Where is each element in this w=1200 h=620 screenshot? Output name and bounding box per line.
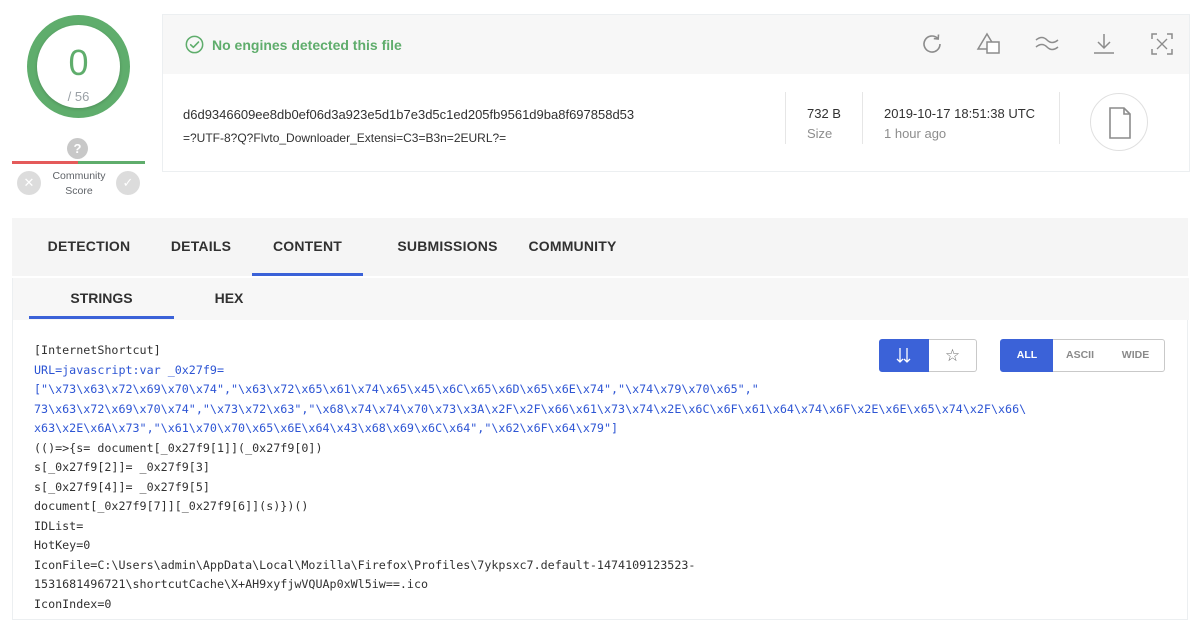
content-subtabs: STRINGS HEX xyxy=(13,278,1189,320)
string-line: 73\x63\x72\x69\x70\x74","\x73\x72\x63","… xyxy=(34,401,1027,416)
file-name: =?UTF-8?Q?Flvto_Downloader_Extensi=C3=B3… xyxy=(183,131,507,145)
score-inner: 0 / 56 xyxy=(37,25,120,108)
tab-submissions[interactable]: SUBMISSIONS xyxy=(372,218,523,276)
community-help-icon[interactable]: ? xyxy=(67,138,88,159)
string-line: (()=>{s= document[_0x27f9[1]](_0x27f9[0]… xyxy=(34,440,323,455)
tab-details[interactable]: DETAILS xyxy=(155,218,247,276)
tab-detection[interactable]: DETECTION xyxy=(34,218,144,276)
strings-list: [InternetShortcut] URL=javascript:var _0x… xyxy=(34,341,1026,614)
file-size-value: 732 B xyxy=(807,106,841,121)
string-line: IconIndex=0 xyxy=(34,596,112,611)
engine-total: / 56 xyxy=(67,89,90,104)
file-type-badge xyxy=(1090,93,1148,151)
string-line: document[_0x27f9[7]][_0x27f9[6]](s)})() xyxy=(34,499,309,513)
divider xyxy=(862,92,863,144)
detection-count: 0 xyxy=(68,42,89,83)
string-line: HotKey=0 xyxy=(34,538,91,552)
string-line: ["\x73\x63\x72\x69\x70\x74","\x63\x72\x6… xyxy=(34,382,759,396)
community-bar-harmless xyxy=(78,161,145,164)
content-panel: STRINGS HEX ☆ ALL ASCII WIDE [InternetSh… xyxy=(12,278,1189,620)
expand-icon[interactable] xyxy=(1149,31,1175,57)
analysis-date: 2019-10-17 18:51:38 UTC xyxy=(884,106,1036,121)
tab-content[interactable]: CONTENT xyxy=(252,218,363,276)
string-line: s[_0x27f9[2]]= _0x27f9[3] xyxy=(34,460,210,474)
string-line: URL=javascript:var _0x27f9= xyxy=(34,362,224,377)
string-line: x63\x2E\x6A\x73","\x61\x70\x70\x65\x6E\x… xyxy=(34,421,619,435)
string-line: IDList= xyxy=(34,518,84,533)
analysis-relative-time: 1 hour ago xyxy=(884,126,947,141)
file-hash[interactable]: d6d9346609ee8db0ef06d3a923e5d1b7e3d5c1ed… xyxy=(183,107,634,122)
file-icon xyxy=(1109,107,1131,139)
string-line: IconFile=C:\Users\admin\AppData\Local\Mo… xyxy=(34,557,696,572)
similar-icon[interactable] xyxy=(976,31,1002,57)
file-summary-card: No engines detected this file d6d9346609… xyxy=(162,14,1190,172)
string-line: s[_0x27f9[4]]= _0x27f9[5] xyxy=(34,479,210,494)
detection-score-ring: 0 / 56 xyxy=(27,15,130,118)
download-icon[interactable] xyxy=(1091,31,1117,57)
vote-malicious-icon[interactable]: ✕ xyxy=(17,171,41,195)
subtab-hex[interactable]: HEX xyxy=(189,278,269,319)
main-tabs: DETECTION DETAILS CONTENT SUBMISSIONS CO… xyxy=(12,218,1188,276)
check-circle-icon xyxy=(185,35,204,54)
tab-community[interactable]: COMMUNITY xyxy=(512,218,633,276)
vote-harmless-icon[interactable]: ✓ xyxy=(116,171,140,195)
divider xyxy=(785,92,786,144)
filter-ascii-button[interactable]: ASCII xyxy=(1053,339,1108,372)
subtab-strings[interactable]: STRINGS xyxy=(29,278,174,319)
summary-status-bar: No engines detected this file xyxy=(163,15,1189,74)
reanalyze-icon[interactable] xyxy=(919,31,945,57)
community-bar-malicious xyxy=(12,161,78,164)
filter-wide-button[interactable]: WIDE xyxy=(1107,339,1165,372)
community-score-label: Community Score xyxy=(52,170,106,197)
string-line: 1531681496721\shortcutCache\X+AH9xyfjwVQ… xyxy=(34,577,429,591)
file-size-label: Size xyxy=(807,126,833,141)
string-line: [InternetShortcut] xyxy=(34,343,161,357)
detection-status-text: No engines detected this file xyxy=(212,37,402,53)
graph-icon[interactable] xyxy=(1034,31,1060,57)
divider xyxy=(1059,92,1060,144)
